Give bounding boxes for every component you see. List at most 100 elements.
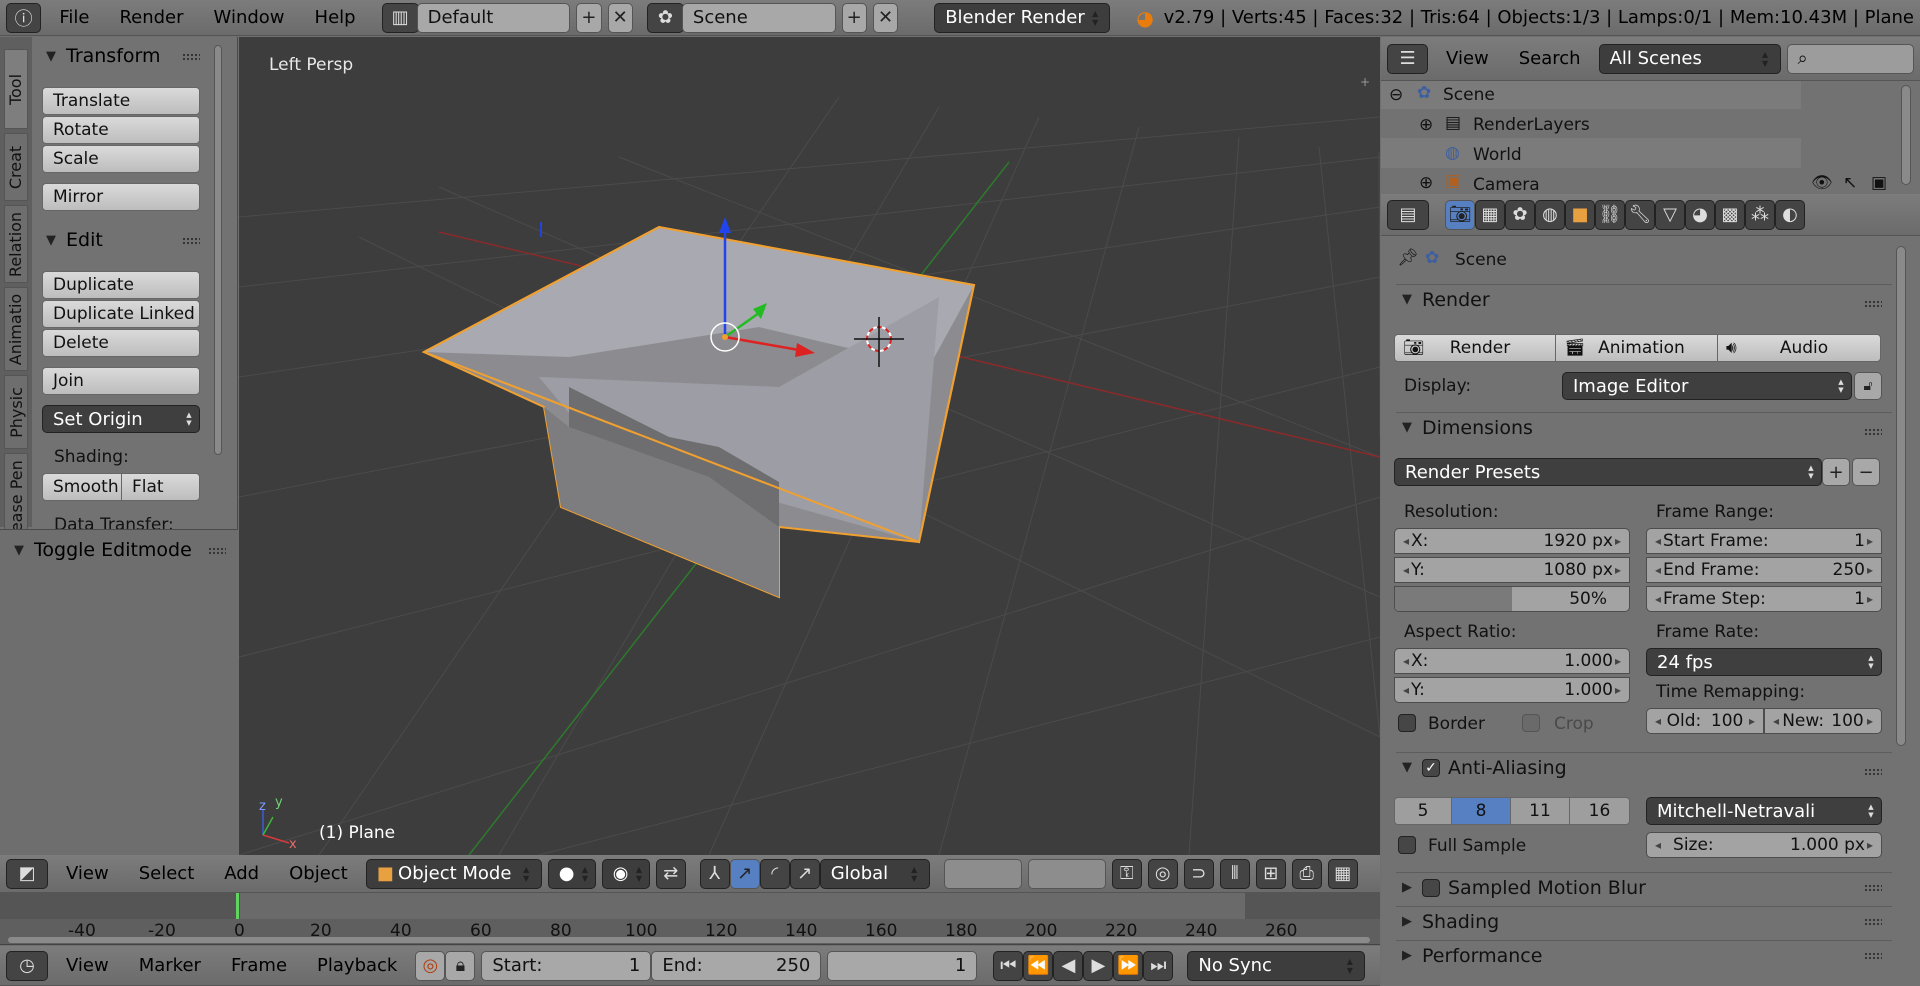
translate-manipulator-icon[interactable]: ⅄ [699,858,730,889]
current-frame-marker[interactable] [236,893,239,919]
smooth-button[interactable]: Smooth [42,473,122,501]
aa-samples-16[interactable]: 16 [1569,797,1630,825]
menu-frame[interactable]: Frame [219,955,299,976]
editor-type-info-icon[interactable]: ⓘ [6,2,42,33]
selectability-cursor-icon[interactable]: ↖ [1843,173,1857,193]
translate-button[interactable]: Translate [42,87,200,115]
aa-samples-8[interactable]: 8 [1451,797,1511,825]
panel-grip-icon[interactable] [1864,918,1882,926]
motion-blur-checkbox[interactable] [1422,878,1440,897]
dimensions-panel-header[interactable]: ▼ Dimensions [1396,412,1892,442]
outliner-scrollbar[interactable] [1901,85,1911,185]
time-remap-old-field[interactable]: Old:100 [1646,708,1764,734]
render-button[interactable]: 📷︎ Render [1394,334,1556,362]
full-sample-checkbox[interactable] [1398,836,1416,854]
remove-scene-icon[interactable]: ✕ [872,2,899,33]
preview-range-icon[interactable]: ◎ [415,950,446,981]
outliner-item-world[interactable]: World [1473,145,1522,165]
object-context-icon[interactable]: ■ [1565,199,1595,230]
aspect-x-field[interactable]: X:1.000 [1394,648,1630,674]
render-engine-select[interactable]: Blender Render [934,2,1111,33]
play-icon[interactable]: ▶ [1083,950,1114,981]
edit-panel-header[interactable]: ▼ Edit [46,229,103,251]
physics-context-icon[interactable]: ◐ [1775,199,1805,230]
render-context-icon[interactable]: 📷︎ [1445,199,1475,230]
material-context-icon[interactable]: ◕ [1685,199,1715,230]
data-context-icon[interactable]: ▽ [1655,199,1685,230]
start-frame-field[interactable]: Start Frame:1 [1646,528,1882,554]
pivot-select[interactable]: ◉ [601,858,650,889]
audio-button[interactable]: 🔊︎ Audio [1717,334,1881,362]
panel-grip-icon[interactable] [1864,300,1882,308]
editor-type-timeline-icon[interactable]: ◷ [6,950,48,981]
jump-keyframe-forward-icon[interactable]: ⏩ [1113,950,1144,981]
remove-layout-icon[interactable]: ✕ [607,2,633,33]
performance-panel-header[interactable]: ▶ Performance [1396,940,1892,970]
editor-type-properties-icon[interactable]: ▤ [1387,199,1429,230]
aa-filter-select[interactable]: Mitchell-Netravali [1646,797,1882,825]
particles-context-icon[interactable]: ⁂ [1745,199,1775,230]
mirror-button[interactable]: Mirror [42,183,200,211]
outliner-item-camera[interactable]: Camera [1473,175,1540,195]
border-checkbox[interactable] [1398,714,1416,732]
editor-type-3d-icon[interactable]: ◩ [6,858,48,889]
panel-grip-icon[interactable] [208,547,226,555]
editor-type-outliner-icon[interactable]: ☰ [1387,43,1429,74]
tab-tool[interactable]: Tool [4,49,28,129]
delete-button[interactable]: Delete [42,329,200,357]
menu-add[interactable]: Add [212,863,271,884]
render-panel-header[interactable]: ▼ Render [1396,284,1892,314]
set-origin-select[interactable]: Set Origin [42,405,200,433]
jump-keyframe-back-icon[interactable]: ⏪ [1023,950,1054,981]
panel-grip-icon[interactable] [1864,884,1882,892]
current-frame-field[interactable]: 1 [827,950,978,981]
flat-button[interactable]: Flat [121,473,200,501]
anti-aliasing-checkbox[interactable]: ✓ [1422,758,1440,777]
visibility-eye-icon[interactable]: 👁︎ [1811,173,1833,193]
panel-grip-icon[interactable] [1864,428,1882,436]
renderability-camera-icon[interactable]: ▣ [1871,173,1887,193]
panel-grip-icon[interactable] [182,237,200,245]
lock-camera-icon[interactable]: ⚿ [1111,858,1142,889]
menu-render[interactable]: Render [107,7,195,28]
motion-blur-panel-header[interactable]: ▶ Sampled Motion Blur [1396,872,1892,902]
opengl-render-icon[interactable]: ⎙ [1291,858,1322,889]
menu-help[interactable]: Help [303,7,368,28]
start-frame-field[interactable]: Start: 1 [481,950,652,981]
scale-manipulator-icon[interactable]: ◜ [759,858,790,889]
mode-select[interactable]: ■ Object Mode [365,858,542,889]
jump-end-icon[interactable]: ⏭ [1143,950,1174,981]
aa-samples-11[interactable]: 11 [1510,797,1570,825]
snap-element-icon[interactable]: ⫴ [1219,858,1250,889]
tab-animation[interactable]: Animatio [4,287,28,371]
rotate-button[interactable]: Rotate [42,116,200,144]
duplicate-linked-button[interactable]: Duplicate Linked [42,300,200,328]
layer-buttons-a[interactable] [943,858,1022,889]
3d-viewport[interactable]: Left Persp z y x (1) Plane + [239,37,1380,855]
anti-aliasing-panel-header[interactable]: ▼ ✓ Anti-Aliasing [1396,752,1892,782]
menu-view[interactable]: View [54,955,121,976]
time-remap-new-field[interactable]: New:100 [1764,708,1882,734]
render-presets-select[interactable]: Render Presets [1394,458,1822,486]
outliner-item-renderlayers[interactable]: RenderLayers [1473,115,1590,135]
modifiers-context-icon[interactable]: 🔧︎ [1625,199,1655,230]
tab-create[interactable]: Creat [4,133,28,201]
render-layers-context-icon[interactable]: ▦ [1475,199,1505,230]
scale-button[interactable]: Scale [42,145,200,173]
add-layout-icon[interactable]: + [576,2,602,33]
lock-time-icon[interactable]: 🔒︎ [445,950,476,981]
timeline[interactable]: -40 -20 0 20 40 60 80 100 120 140 160 18… [0,893,1380,945]
pin-icon[interactable]: 📌︎ [1397,248,1419,268]
menu-search[interactable]: Search [1507,48,1593,69]
tab-physics[interactable]: Physic [4,375,28,449]
play-reverse-icon[interactable]: ◀ [1053,950,1084,981]
manipulator-icon[interactable]: ⇄ [655,858,686,889]
world-context-icon[interactable]: ◍ [1535,199,1565,230]
lock-interface-icon[interactable]: 🔓︎ [1854,372,1882,400]
layer-buttons-b[interactable] [1027,858,1106,889]
panel-grip-icon[interactable] [1864,768,1882,776]
toggle-editmode-header[interactable]: ▼ Toggle Editmode [14,539,192,561]
rotate-manipulator-icon[interactable]: ↗ [729,858,760,889]
expand-icon[interactable]: ⊕ [1419,115,1433,135]
animation-button[interactable]: 🎬︎ Animation [1555,334,1718,362]
